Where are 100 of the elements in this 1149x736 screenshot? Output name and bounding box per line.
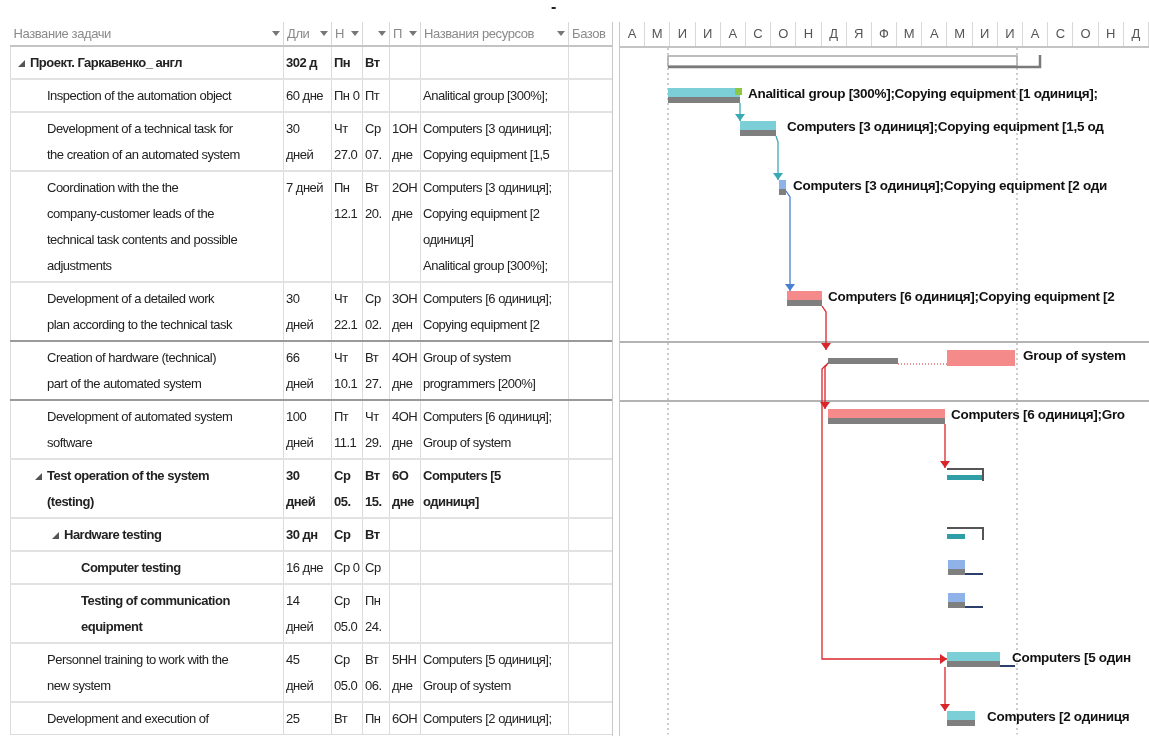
resource-names: Computers [5 одиниця] (423, 468, 501, 509)
filter-arrow-icon[interactable] (320, 31, 328, 36)
resource-names: Computers [3 одиниця]; Copying equipment [2 одиниця] Analitical group [300%]; (423, 180, 552, 273)
month-label: Д (821, 22, 847, 46)
duration-text: 45 дней (286, 652, 314, 693)
duration-text: 7 дней (286, 180, 324, 195)
task-name: Hardware testing (64, 526, 162, 544)
collapse-icon[interactable] (35, 472, 42, 480)
collapse-icon[interactable] (52, 531, 59, 539)
predecessor-text: 4ОН дне (392, 409, 418, 450)
resource-names: Group of system programmers [200%] (423, 350, 536, 391)
month-label: О (1073, 22, 1099, 46)
bar-label: Group of system (1023, 348, 1126, 363)
month-label: Ф (871, 22, 898, 46)
start-date: Ср 05. (334, 468, 351, 509)
task-name: Personnel training to work with the new system (47, 651, 229, 695)
finish-date: Вт 27. (365, 350, 382, 391)
duration-text: 25 (286, 711, 300, 726)
month-label: С (745, 22, 772, 46)
duration-text: 100 дней (286, 409, 314, 450)
summary-bar (946, 468, 984, 482)
start-date: Ср 0 (334, 560, 360, 575)
month-label: И (695, 22, 721, 46)
finish-date: Пн 24. (365, 593, 382, 634)
month-label: Д (1123, 22, 1149, 46)
task-bar (779, 180, 786, 195)
duration-text: 30 дней (286, 291, 314, 332)
month-label: М (645, 22, 671, 46)
bar-label: Computers [3 одиниця];Copying equipment [2 оди (793, 178, 1107, 193)
bar-label: Computers [5 один (1012, 650, 1131, 665)
task-bar (740, 121, 776, 136)
month-label: И (972, 22, 998, 46)
predecessor-text: 4ОН дне (392, 350, 418, 391)
column-header[interactable]: Названия ресурсов (424, 23, 535, 44)
column-header[interactable]: П (393, 23, 402, 44)
start-date: Пн 12.1 (334, 180, 358, 221)
filter-arrow-icon[interactable] (409, 31, 417, 36)
task-name: Проект. Гаркавенко_ англ (30, 54, 182, 72)
finish-date: Ср (365, 560, 381, 575)
month-label: М (947, 22, 973, 46)
finish-date: Вт (365, 55, 380, 70)
month-label: А (720, 22, 746, 46)
filter-arrow-icon[interactable] (557, 31, 565, 36)
filter-arrow-icon[interactable] (378, 31, 386, 36)
task-name: Inspection of the automation object (47, 87, 232, 105)
duration-text: 60 дне (286, 88, 324, 103)
predecessor-text: 2ОН дне (392, 180, 418, 221)
bar-label: Computers [6 одиниця];Gro (951, 407, 1125, 422)
column-header[interactable]: Базов (572, 23, 606, 44)
task-name: Development and execution of (47, 710, 209, 728)
resource-names: Computers [5 одиниця]; Group of system (423, 652, 552, 693)
predecessor-text: 3ОН ден (392, 291, 418, 332)
dependency-arrow (773, 135, 783, 181)
finish-date: Пт (365, 88, 380, 103)
duration-text: 30 дн (286, 527, 318, 542)
month-label: А (1023, 22, 1049, 46)
duration-text: 30 дней (286, 468, 316, 509)
month-label: Я (846, 22, 872, 46)
filter-arrow-icon[interactable] (272, 31, 280, 36)
finish-date: Вт 15. (365, 468, 382, 509)
collapse-icon[interactable] (18, 59, 25, 67)
duration-text: 30 дней (286, 121, 314, 162)
bar-label: Analitical group [300%];Copying equipment [1 одиниця]; (748, 86, 1098, 101)
duration-text: 14 дней (286, 593, 314, 634)
duration-text: 302 д (286, 55, 318, 70)
predecessor-text: 5НН дне (392, 652, 417, 693)
column-header[interactable]: Н (335, 23, 344, 44)
task-name: Creation of hardware (technical) part of the automated system (47, 349, 216, 393)
column-header[interactable]: Дли (287, 23, 310, 44)
start-date: Ср (334, 527, 351, 542)
column-header[interactable]: Название задачи (13, 23, 111, 44)
bar-label: Computers [2 одиниця (987, 709, 1130, 724)
task-bar (787, 291, 822, 306)
finish-date: Вт 06. (365, 652, 382, 693)
month-label: Н (796, 22, 822, 46)
task-name: Development of automated system software (47, 408, 233, 452)
filter-arrow-icon[interactable] (351, 31, 359, 36)
start-date: Пт 11.1 (334, 409, 357, 450)
duration-text: 16 дне (286, 560, 324, 575)
month-label: О (771, 22, 797, 46)
task-name: Test operation of the system (testing) (47, 467, 209, 511)
start-date: Пн 0 (334, 88, 360, 103)
resource-names: Computers [6 одиниця]; Group of system (423, 409, 552, 450)
finish-date: Пн (365, 711, 381, 726)
month-label: Н (1098, 22, 1124, 46)
finish-date: Ср 02. (365, 291, 382, 332)
start-date: Ср 05.0 (334, 652, 358, 693)
start-date: Пн (334, 55, 351, 70)
resource-names: Analitical group [300%]; (423, 88, 548, 103)
start-date: Ср 05.0 (334, 593, 358, 634)
predecessor-text: 6О дне (392, 468, 414, 509)
dependency-arrow (821, 305, 831, 351)
bar-label: Computers [6 одиниця];Copying equipment [2 (828, 289, 1115, 304)
task-name: Development of a technical task for the creation of an automated system (47, 120, 240, 164)
resource-names: Computers [6 одиниця]; Copying equipment [2 (423, 291, 552, 332)
start-date: Чт 27.0 (334, 121, 358, 162)
month-label: И (997, 22, 1024, 46)
bar-label: Computers [3 одиниця];Copying equipment [1,5 од (787, 119, 1104, 134)
task-bar (948, 593, 983, 608)
task-bar (947, 711, 975, 726)
